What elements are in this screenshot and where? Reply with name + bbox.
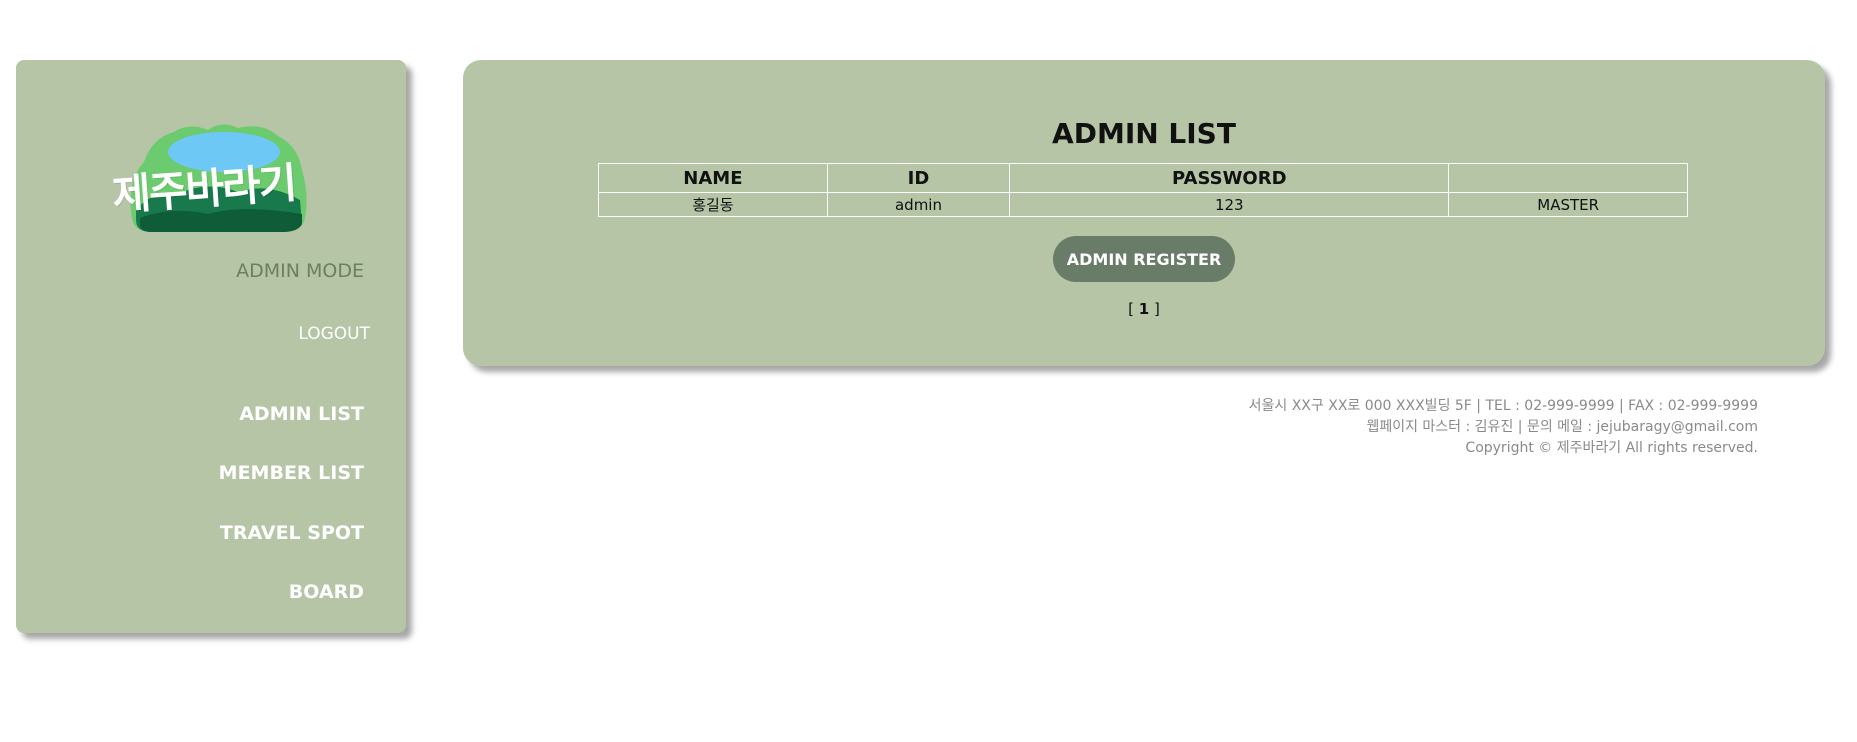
cell-role: MASTER: [1448, 192, 1688, 217]
admin-list-panel: ADMIN LIST NAME ID PASSWORD 홍길동 admin 12…: [463, 60, 1825, 366]
header-id: ID: [826, 163, 1011, 193]
header-name: NAME: [598, 163, 828, 193]
footer-copyright: Copyright © 제주바라기 All rights reserved.: [1465, 440, 1758, 456]
footer-contact: 웹페이지 마스터 : 김유진 | 문의 메일 : jejubaragy@gmai…: [1366, 419, 1758, 435]
header-role: [1448, 163, 1688, 193]
admin-table: NAME ID PASSWORD 홍길동 admin 123 MASTER: [598, 163, 1688, 217]
cell-name: 홍길동: [598, 192, 828, 217]
nav-travel-spot[interactable]: TRAVEL SPOT: [64, 522, 364, 544]
admin-register-button[interactable]: ADMIN REGISTER: [1053, 236, 1235, 282]
table-row[interactable]: 홍길동 admin 123 MASTER: [598, 192, 1688, 217]
page-title: ADMIN LIST: [1052, 117, 1236, 150]
cell-password: 123: [1009, 192, 1450, 217]
footer: 서울시 XX구 XX로 000 XXX빌딩 5F | TEL : 02-999-…: [1249, 396, 1758, 459]
footer-address: 서울시 XX구 XX로 000 XXX빌딩 5F | TEL : 02-999-…: [1248, 398, 1758, 414]
page-link-1[interactable]: 1: [1139, 300, 1149, 318]
pagination: [ 1 ]: [463, 300, 1825, 318]
cell-id: admin: [826, 192, 1011, 217]
nav-member-list[interactable]: MEMBER LIST: [64, 462, 364, 484]
header-password: PASSWORD: [1009, 163, 1450, 193]
admin-mode-label: ADMIN MODE: [236, 260, 364, 282]
nav-board[interactable]: BOARD: [64, 581, 364, 603]
pager-open-bracket: [: [1128, 300, 1139, 318]
nav-admin-list[interactable]: ADMIN LIST: [64, 403, 364, 425]
logout-link[interactable]: LOGOUT: [298, 324, 370, 344]
pager-close-bracket: ]: [1149, 300, 1160, 318]
table-header-row: NAME ID PASSWORD: [598, 163, 1688, 193]
sidebar: 제주바라기 ADMIN MODE LOGOUT ADMIN LIST MEMBE…: [16, 60, 406, 633]
